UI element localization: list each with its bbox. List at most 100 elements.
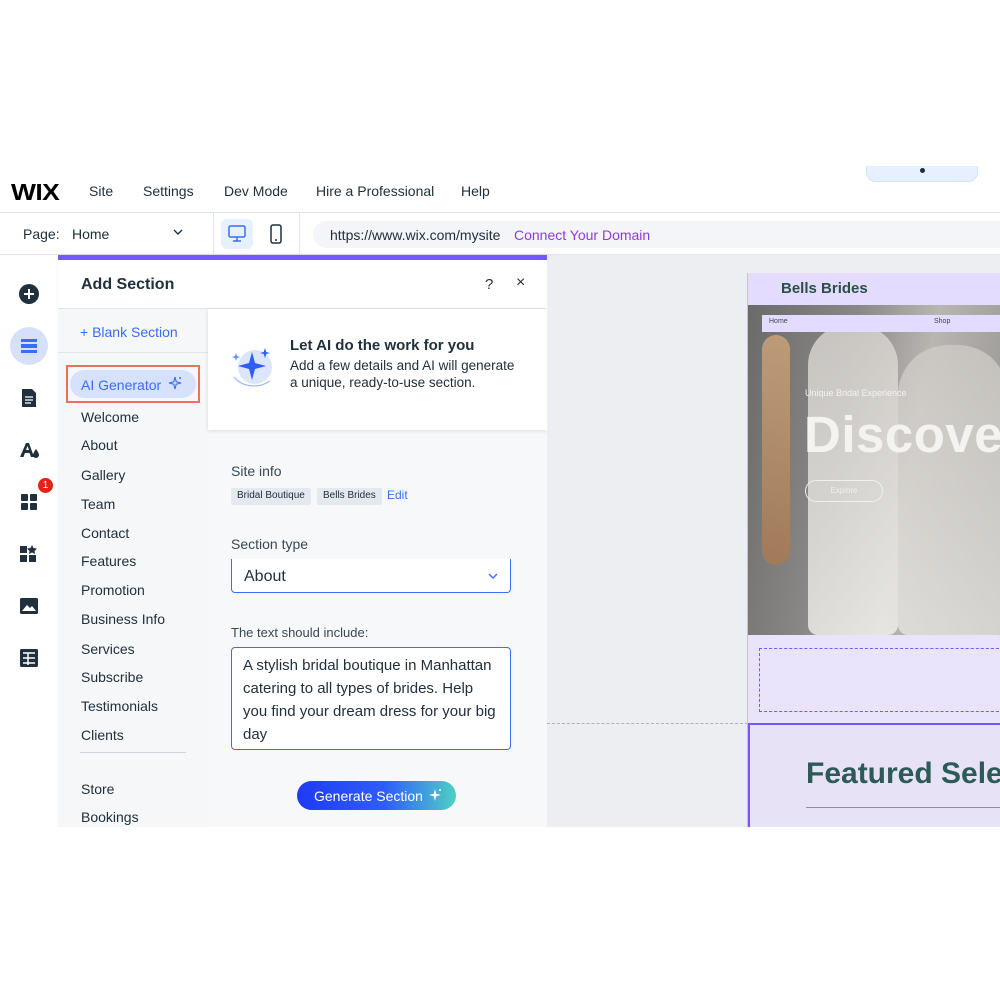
media-icon	[20, 598, 38, 614]
section-type-dropdown[interactable]: About	[231, 559, 511, 593]
wix-logo[interactable]: WIX	[11, 179, 60, 206]
site-info-label: Site info	[231, 463, 282, 479]
hero-image	[762, 335, 790, 565]
pages-button[interactable]	[10, 379, 48, 417]
ai-generator-form: Let AI do the work for you Add a few det…	[208, 309, 547, 827]
menu-dev-mode[interactable]: Dev Mode	[224, 183, 288, 199]
divider	[806, 807, 1000, 808]
category-store[interactable]: Store	[81, 781, 114, 797]
user-icon	[920, 168, 925, 173]
panel-header: Add Section ? ×	[58, 260, 547, 309]
site-nav-item[interactable]: Shop	[934, 318, 950, 325]
promo-text: Add a few details and AI will generate a…	[290, 358, 515, 390]
notification-badge: 1	[38, 478, 53, 493]
site-url-bar: https://www.wix.com/mysite Connect Your …	[313, 221, 1000, 248]
drop-zone	[759, 648, 1000, 712]
category-about[interactable]: About	[81, 437, 118, 453]
category-subscribe[interactable]: Subscribe	[81, 669, 143, 685]
top-bar: WIX Site Settings Dev Mode Hire a Profes…	[0, 166, 1000, 213]
ai-promo-card: Let AI do the work for you Add a few det…	[208, 309, 547, 430]
explore-button[interactable]: Explore	[805, 480, 883, 502]
add-icon	[19, 284, 39, 304]
mobile-view-button[interactable]	[262, 219, 290, 249]
category-clients[interactable]: Clients	[81, 727, 124, 743]
add-section-panel: Add Section ? × + Blank Section AI Gener…	[58, 255, 547, 827]
site-header[interactable]: Bells Brides	[748, 273, 1000, 305]
site-name: Bells Brides	[781, 280, 868, 297]
business-apps-icon	[20, 545, 37, 562]
category-contact[interactable]: Contact	[81, 525, 129, 541]
page-label: Page:	[23, 226, 60, 242]
sections-icon	[21, 339, 37, 353]
sparkle-icon	[168, 376, 182, 390]
business-apps-button[interactable]	[10, 535, 48, 573]
menu-hire-professional[interactable]: Hire a Professional	[316, 183, 434, 199]
menu-settings[interactable]: Settings	[143, 183, 194, 199]
chevron-down-icon[interactable]	[171, 225, 185, 239]
design-button[interactable]	[10, 431, 48, 469]
empty-section[interactable]	[748, 635, 1000, 723]
hero-section[interactable]: Home Shop Unique Bridal Experience Disco…	[748, 305, 1000, 635]
media-button[interactable]	[10, 587, 48, 625]
text-include-textarea[interactable]: A stylish bridal boutique in Manhattan c…	[231, 647, 511, 750]
panel-title: Add Section	[81, 276, 175, 293]
menu-site[interactable]: Site	[89, 183, 113, 199]
category-testimonials[interactable]: Testimonials	[81, 698, 158, 714]
desktop-view-button[interactable]	[221, 219, 253, 249]
hero-title: Discover	[804, 406, 1000, 463]
sparkle-icon	[429, 789, 441, 801]
category-ai-generator[interactable]: AI Generator	[70, 370, 196, 398]
featured-section[interactable]: Featured Selection	[748, 723, 1000, 827]
category-gallery[interactable]: Gallery	[81, 467, 125, 483]
close-button[interactable]: ×	[516, 274, 525, 292]
cms-button[interactable]	[10, 639, 48, 677]
category-label: AI Generator	[81, 377, 162, 393]
category-bookings[interactable]: Bookings	[81, 809, 139, 825]
pages-icon	[22, 389, 36, 407]
page-selector[interactable]: Home	[72, 226, 109, 242]
edit-site-info-link[interactable]: Edit	[387, 488, 408, 502]
category-business-info[interactable]: Business Info	[81, 611, 165, 627]
add-elements-button[interactable]	[10, 275, 48, 313]
divider	[58, 352, 208, 353]
add-section-button[interactable]	[10, 327, 48, 365]
apps-icon	[21, 494, 37, 510]
divider	[213, 213, 214, 255]
category-welcome[interactable]: Welcome	[81, 409, 139, 425]
site-nav[interactable]: Home Shop	[762, 315, 1000, 332]
account-button[interactable]	[866, 166, 978, 182]
featured-title: Featured Selection	[806, 757, 1000, 790]
category-features[interactable]: Features	[81, 553, 136, 569]
help-button[interactable]: ?	[485, 276, 493, 293]
menu-help[interactable]: Help	[461, 183, 490, 199]
desktop-icon	[228, 225, 246, 242]
site-info-chip: Bells Brides	[317, 488, 382, 505]
text-include-label: The text should include:	[231, 625, 369, 640]
mobile-icon	[270, 224, 282, 244]
divider	[299, 213, 300, 255]
left-rail: 1	[0, 255, 58, 827]
section-type-label: Section type	[231, 536, 309, 552]
site-info-chip: Bridal Boutique	[231, 488, 311, 505]
blank-section-button[interactable]: + Blank Section	[80, 324, 178, 340]
category-team[interactable]: Team	[81, 496, 115, 512]
site-url: https://www.wix.com/mysite	[330, 227, 501, 243]
theme-icon	[20, 443, 39, 458]
page-toolbar: Page: Home https://www.wix.com/mysite Co…	[0, 213, 1000, 255]
chevron-down-icon	[488, 573, 498, 579]
cms-icon	[20, 649, 38, 667]
hero-kicker: Unique Bridal Experience	[805, 388, 907, 398]
section-type-value: About	[244, 568, 286, 585]
divider	[80, 752, 186, 753]
category-promotion[interactable]: Promotion	[81, 582, 145, 598]
site-preview[interactable]: Bells Brides Home Shop Unique Bridal Exp…	[747, 273, 1000, 827]
editor-canvas[interactable]: Bells Brides Home Shop Unique Bridal Exp…	[547, 255, 1000, 827]
category-services[interactable]: Services	[81, 641, 135, 657]
wix-editor: WIX Site Settings Dev Mode Hire a Profes…	[0, 166, 1000, 827]
connect-domain-link[interactable]: Connect Your Domain	[514, 227, 650, 243]
site-nav-item[interactable]: Home	[769, 318, 788, 325]
category-list: + Blank Section AI Generator Welcome Abo…	[58, 309, 208, 827]
generate-section-button[interactable]: Generate Section	[297, 781, 456, 810]
section-guide-line	[547, 723, 748, 724]
ai-sparkles-icon	[232, 348, 272, 387]
